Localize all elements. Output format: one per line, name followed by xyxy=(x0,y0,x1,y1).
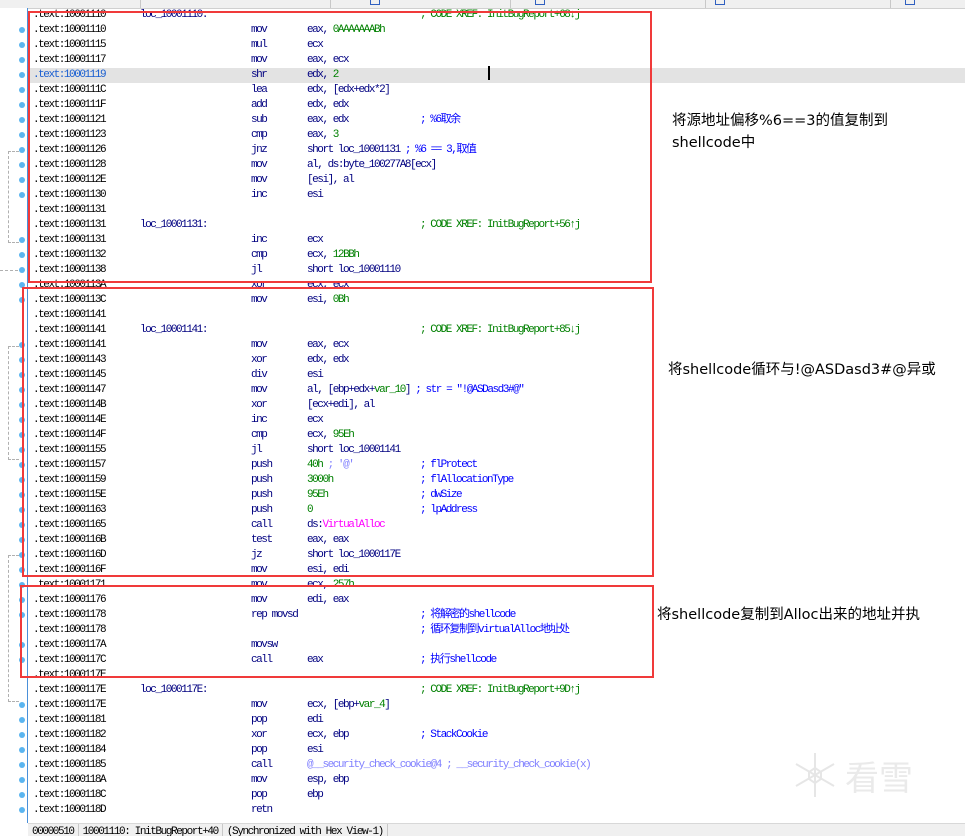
mnemonic[interactable]: mov xyxy=(251,698,268,713)
address[interactable]: .text:1000118A xyxy=(33,773,107,788)
comment: ; StackCookie xyxy=(420,729,488,741)
listing-row[interactable]: .text:10001182 xor ecx, ebp ; StackCookie xyxy=(28,728,965,743)
operands[interactable]: ebp xyxy=(307,788,324,803)
operand-part[interactable]: @__security_check_cookie@4 ; __security_… xyxy=(307,759,592,771)
address[interactable]: .text:10001185 xyxy=(33,758,107,773)
annotation-copy-line2: shellcode中 xyxy=(672,135,756,151)
listing-row[interactable]: .text:1000117E loc_1000117E: ; CODE XREF: … xyxy=(28,683,965,698)
mnemonic[interactable]: pop xyxy=(251,713,268,728)
annotation-copy-line1: 将源地址偏移%6==3的值复制到 xyxy=(672,113,889,129)
listing-row[interactable]: .text:1000117E mov ecx, [ebp+var_4] xyxy=(28,698,965,713)
operands[interactable]: edi xyxy=(307,713,324,728)
address[interactable]: .text:10001184 xyxy=(33,743,107,758)
status-sync: (Synchronized with Hex View-1) xyxy=(223,824,388,836)
listing-row[interactable]: .text:1000118D retn xyxy=(28,803,965,818)
mnemonic[interactable]: call xyxy=(251,758,273,773)
code-label[interactable]: loc_1000117E: xyxy=(140,683,208,698)
operand-part[interactable]: ecx, ebp xyxy=(307,729,350,741)
operand-part[interactable]: ] xyxy=(384,699,391,711)
operand-part[interactable]: var_4 xyxy=(359,699,386,711)
xref-comment[interactable]: ; CODE XREF: InitBugReport+9D↑j xyxy=(420,683,581,698)
status-offset: 00000510 xyxy=(28,824,79,836)
address[interactable]: .text:1000117E xyxy=(33,698,107,713)
operands[interactable]: ecx, [ebp+var_4] xyxy=(307,698,391,713)
mnemonic[interactable]: pop xyxy=(251,788,268,803)
operands[interactable]: @__security_check_cookie@4 ; __security_… xyxy=(307,758,592,773)
watermark: 看雪 xyxy=(793,750,943,805)
operand-part[interactable]: ebp xyxy=(307,789,324,801)
snowflake-icon: 看雪 xyxy=(795,753,913,799)
address[interactable]: .text:1000118C xyxy=(33,788,107,803)
address[interactable]: .text:1000117E xyxy=(33,683,107,698)
mnemonic[interactable]: retn xyxy=(251,803,273,818)
operand-part[interactable]: edi xyxy=(307,714,324,726)
mnemonic[interactable]: mov xyxy=(251,773,268,788)
operand-part[interactable]: esi xyxy=(307,744,324,756)
address[interactable]: .text:10001181 xyxy=(33,713,107,728)
listing-row[interactable]: .text:10001181 pop edi xyxy=(28,713,965,728)
operands[interactable]: esi xyxy=(307,743,324,758)
operand-part[interactable]: esp, ebp xyxy=(307,774,350,786)
mnemonic[interactable]: pop xyxy=(251,743,268,758)
operands[interactable]: esp, ebp xyxy=(307,773,350,788)
operand-part[interactable]: ecx, [ebp+ xyxy=(307,699,360,711)
watermark-text: 看雪 xyxy=(845,759,913,799)
status-bar: 00000510 10001110: InitBugReport+40 (Synch… xyxy=(28,823,965,836)
annotation-box-exec xyxy=(20,585,654,678)
address[interactable]: .text:1000118D xyxy=(33,803,107,818)
annotation-box-xor xyxy=(22,287,654,577)
annotation-exec: 将shellcode复制到Alloc出来的地址并执 xyxy=(657,607,921,623)
mnemonic[interactable]: xor xyxy=(251,728,268,743)
address[interactable]: .text:10001182 xyxy=(33,728,107,743)
annotation-box-copy xyxy=(28,11,652,283)
status-location: 10001110: InitBugReport+40 xyxy=(79,824,223,836)
annotation-xor: 将shellcode循环与!@ASDasd3#@异或 xyxy=(668,362,936,378)
operands[interactable]: ecx, ebp xyxy=(307,728,350,743)
